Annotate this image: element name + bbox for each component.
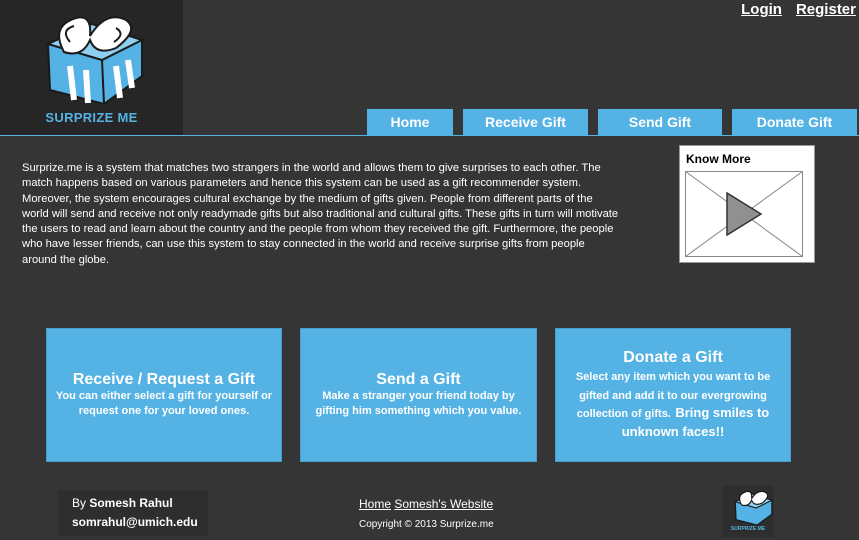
intro-text: Surprize.me is a system that matches two… xyxy=(22,162,619,266)
footer-logo-text: SURPRIZE ME xyxy=(730,526,766,532)
nav-receive-gift[interactable]: Receive Gift xyxy=(463,109,588,135)
footer-logo[interactable]: SURPRIZE ME xyxy=(722,485,774,537)
site-logo[interactable]: SURPRIZE ME xyxy=(0,0,183,135)
footer-website-link[interactable]: Somesh's Website xyxy=(394,497,493,511)
footer-links: Home Somesh's Website xyxy=(359,497,493,511)
gift-box-icon xyxy=(45,16,145,106)
nav-donate-gift[interactable]: Donate Gift xyxy=(732,109,857,135)
know-more-box[interactable]: Know More xyxy=(679,145,815,263)
brand-name: SURPRIZE ME xyxy=(45,110,138,125)
nav-send-gift[interactable]: Send Gift xyxy=(598,109,722,135)
play-video-icon[interactable] xyxy=(685,171,803,257)
footer-home-link[interactable]: Home xyxy=(359,497,391,511)
donate-gift-card[interactable]: Donate a Gift Select any item which you … xyxy=(555,328,791,462)
register-link[interactable]: Register xyxy=(796,1,856,18)
know-more-title: Know More xyxy=(686,152,751,166)
footer-email: somrahul@umich.edu xyxy=(72,515,198,529)
footer-copyright: Copyright © 2013 Surprize.me xyxy=(359,519,494,530)
author-prefix: By xyxy=(72,496,90,510)
donate-card-title: Donate a Gift xyxy=(623,349,723,367)
login-link[interactable]: Login xyxy=(741,1,782,18)
receive-gift-card[interactable]: Receive / Request a Gift You can either … xyxy=(46,328,282,462)
gift-box-icon xyxy=(733,490,774,526)
receive-card-desc: You can either select a gift for yoursel… xyxy=(55,389,273,418)
auth-links: Login Register xyxy=(727,1,856,18)
receive-card-title: Receive / Request a Gift xyxy=(72,370,256,388)
footer-author-block: By Somesh Rahul somrahul@umich.edu xyxy=(58,490,208,536)
author-name: Somesh Rahul xyxy=(89,496,173,510)
send-card-desc: Make a stranger your friend today by gif… xyxy=(315,389,522,418)
nav-divider xyxy=(0,135,859,136)
send-card-title: Send a Gift xyxy=(376,370,461,388)
donate-card-body: Select any item which you want to be gif… xyxy=(565,367,781,441)
footer-author: By Somesh Rahul xyxy=(72,496,173,510)
send-gift-card[interactable]: Send a Gift Make a stranger your friend … xyxy=(300,328,537,462)
nav-home[interactable]: Home xyxy=(367,109,453,135)
